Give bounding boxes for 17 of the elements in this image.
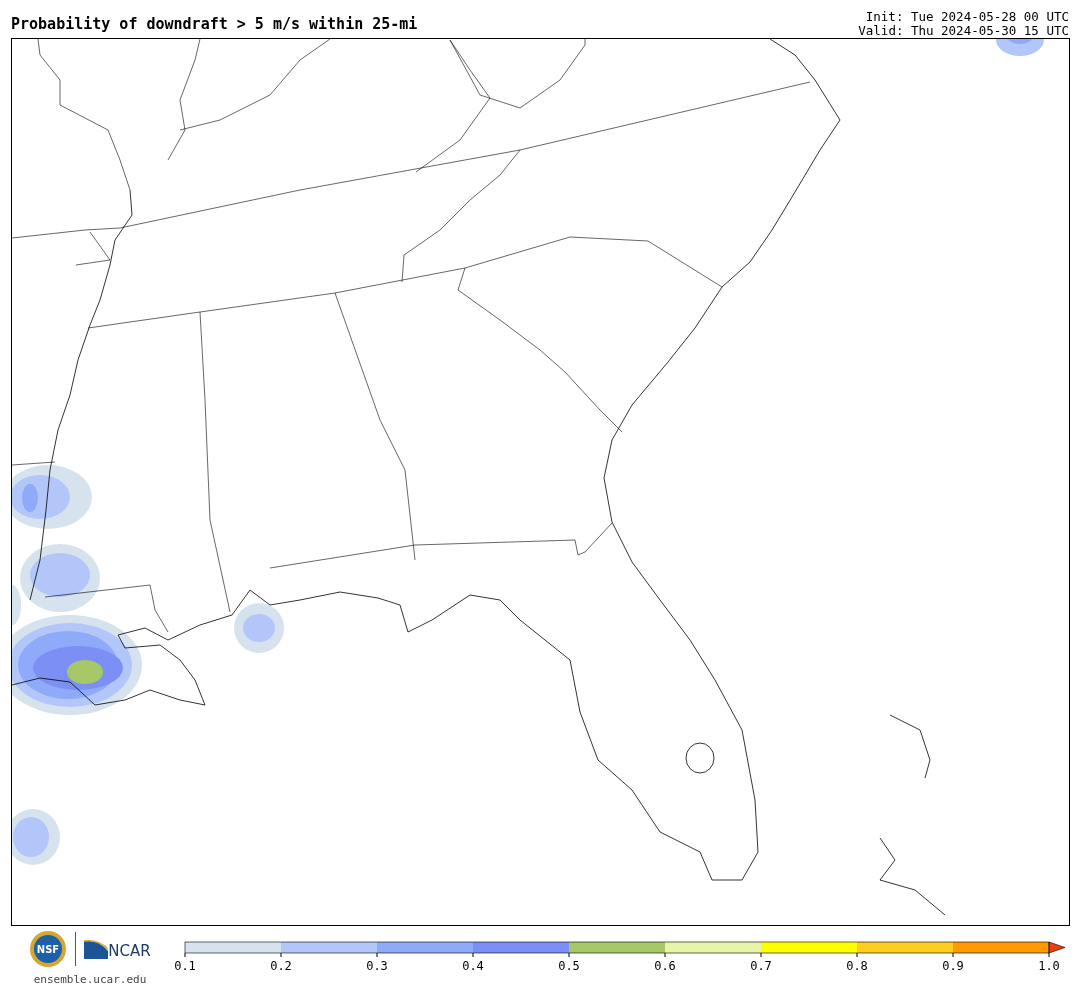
ncar-logo-text: NCAR — [108, 940, 151, 962]
tick-label: 0.3 — [366, 959, 388, 973]
tick-label: 0.6 — [654, 959, 676, 973]
nsf-seal-logo: NSF — [29, 930, 68, 968]
tick-label: 0.1 — [174, 959, 196, 973]
website-url: ensemble.ucar.edu — [33, 972, 147, 988]
ncar-swoosh-icon — [84, 939, 109, 959]
tick-label: 0.7 — [750, 959, 772, 973]
chart-title: Probability of downdraft > 5 m/s within 25-mi — [11, 17, 418, 32]
tick-label: 0.9 — [942, 959, 964, 973]
init-time: Init: Tue 2024-05-28 00 UTC — [864, 10, 1069, 24]
tick-label: 0.5 — [558, 959, 580, 973]
valid-time: Valid: Thu 2024-05-30 15 UTC — [858, 24, 1069, 38]
tick-label: 0.2 — [270, 959, 292, 973]
tick-label: 0.8 — [846, 959, 868, 973]
tick-label: 0.4 — [462, 959, 484, 973]
tick-label: 1.0 — [1038, 959, 1060, 973]
